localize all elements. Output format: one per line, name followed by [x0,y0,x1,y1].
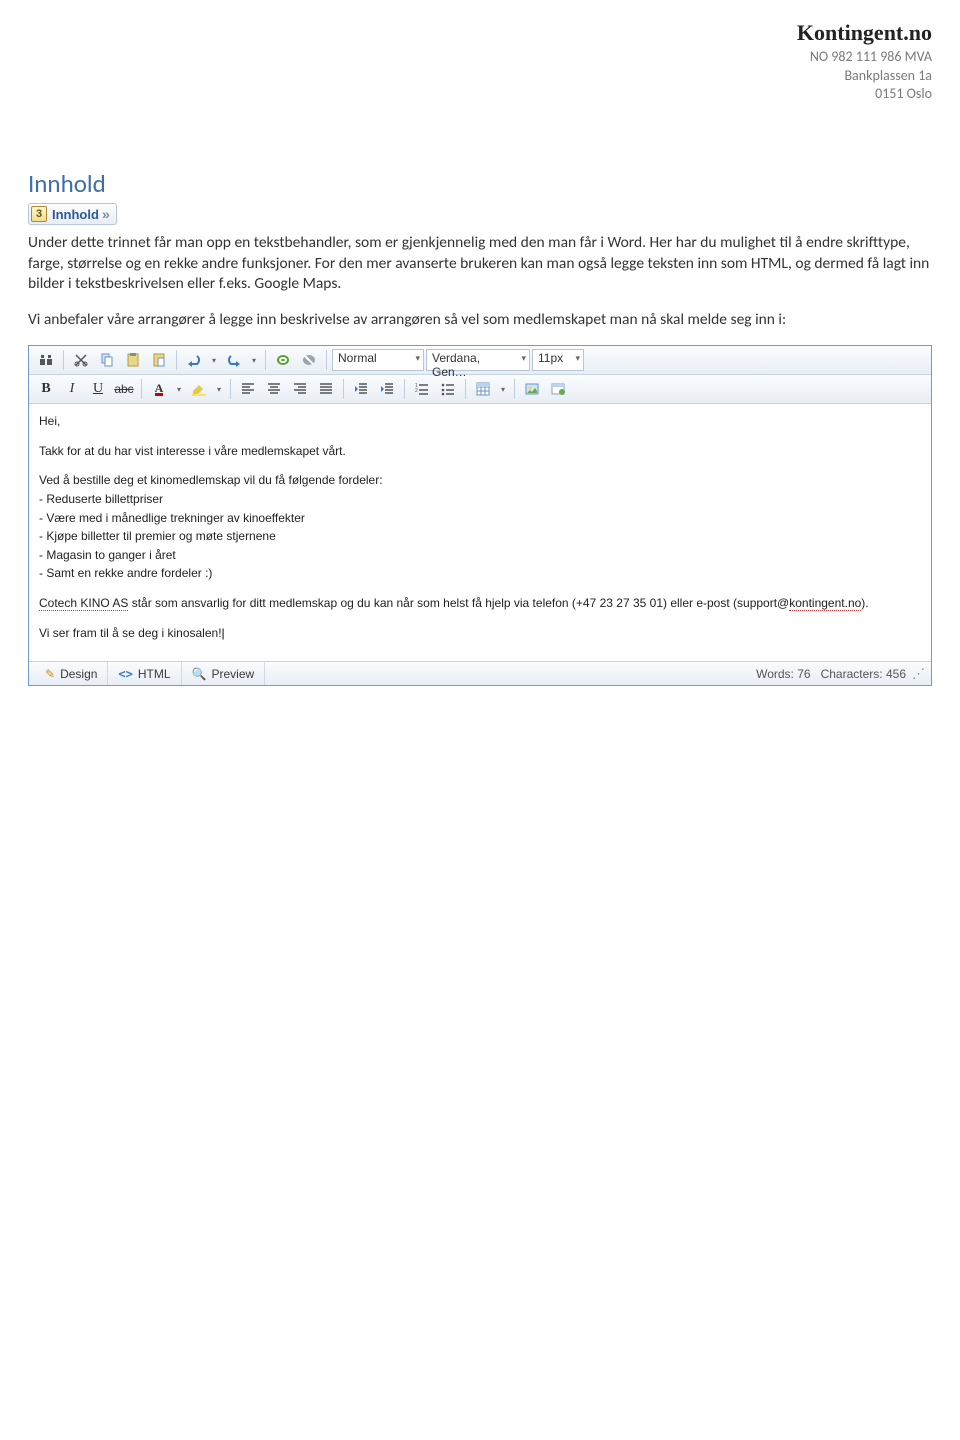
chevron-down-icon: ▾ [177,385,181,394]
insert-link-button[interactable] [271,349,295,371]
table-dropdown[interactable]: ▾ [497,378,509,400]
find-replace-button[interactable] [34,349,58,371]
scissors-icon [73,352,89,368]
font-family-select[interactable]: Verdana, Gen… [426,349,530,371]
svg-text:2: 2 [415,388,418,394]
editor-toolbar-1: ▾ ▾ Normal Verdana, Gen… 11px [29,346,931,375]
insert-table-button[interactable] [471,378,495,400]
editor-footer: ✎ Design <> HTML 🔍 Preview Words: 76 Cha… [29,661,931,685]
font-color-button[interactable]: A [147,378,171,400]
paste-plain-icon [151,352,167,368]
tab-html[interactable]: <> HTML [108,662,181,685]
rich-text-editor: ▾ ▾ Normal Verdana, Gen… 11px B I U abc … [28,345,932,686]
binoculars-icon [38,352,54,368]
code-icon: <> [118,667,132,681]
magnifier-icon: 🔍 [192,667,207,681]
chevron-right-icon: » [102,206,110,222]
intro-paragraph-1: Under dette trinnet får man opp en tekst… [28,233,932,294]
outdent-icon [353,381,369,397]
content-line: Cotech KINO AS står som ansvarlig for di… [39,594,921,613]
align-justify-icon [318,381,334,397]
paragraph-style-select[interactable]: Normal [332,349,424,371]
content-line: Takk for at du har vist interesse i våre… [39,442,921,461]
align-left-icon [240,381,256,397]
highlight-color-button[interactable] [187,378,211,400]
page-header: Kontingent.no NO 982 111 986 MVA Bankpla… [28,18,932,104]
image-icon [524,381,540,397]
module-button[interactable] [546,378,570,400]
indent-icon [379,381,395,397]
font-color-dropdown[interactable]: ▾ [173,378,185,400]
cut-button[interactable] [69,349,93,371]
header-addr1: Bankplassen 1a [28,67,932,86]
indent-button[interactable] [375,378,399,400]
font-size-select[interactable]: 11px [532,349,584,371]
ordered-list-icon: 12 [414,381,430,397]
chevron-down-icon: ▾ [252,356,256,365]
tab-design[interactable]: ✎ Design [35,662,108,685]
link-icon [275,352,291,368]
editor-stats: Words: 76 Characters: 456 [756,667,906,681]
chevron-down-icon: ▾ [501,385,505,394]
undo-button[interactable] [182,349,206,371]
unordered-list-icon [440,381,456,397]
editor-toolbar-2: B I U abc A ▾ ▾ 12 ▾ [29,375,931,404]
breadcrumb-step-icon: 3 [31,206,47,222]
paste-button[interactable] [121,349,145,371]
align-right-button[interactable] [288,378,312,400]
paste-icon [125,352,141,368]
header-addr2: 0151 Oslo [28,85,932,104]
italic-button[interactable]: I [60,378,84,400]
redo-icon [226,352,242,368]
highlight-color-dropdown[interactable]: ▾ [213,378,225,400]
pencil-icon: ✎ [45,667,55,681]
align-justify-button[interactable] [314,378,338,400]
section-title: Innhold [28,168,932,199]
header-vat: NO 982 111 986 MVA [28,48,932,67]
redo-button[interactable] [222,349,246,371]
tab-preview[interactable]: 🔍 Preview [182,662,266,685]
chevron-down-icon: ▾ [217,385,221,394]
highlight-icon [191,381,207,397]
resize-grip-icon[interactable]: ⋰ [912,666,925,682]
undo-dropdown[interactable]: ▾ [208,349,220,371]
copy-icon [99,352,115,368]
unlink-icon [301,352,317,368]
content-line: Vi ser fram til å se deg i kinosalen! [39,624,921,643]
unordered-list-button[interactable] [436,378,460,400]
brand-logo: Kontingent.no [28,18,932,48]
ordered-list-button[interactable]: 12 [410,378,434,400]
align-right-icon [292,381,308,397]
align-center-button[interactable] [262,378,286,400]
underline-button[interactable]: U [86,378,110,400]
editor-content-area[interactable]: Hei, Takk for at du har vist interesse i… [29,404,931,661]
redo-dropdown[interactable]: ▾ [248,349,260,371]
remove-link-button[interactable] [297,349,321,371]
align-center-icon [266,381,282,397]
bold-button[interactable]: B [34,378,58,400]
content-line: Ved å bestille deg et kinomedlemskap vil… [39,471,921,583]
breadcrumb-label: Innhold [52,207,99,222]
intro-paragraph-2: Vi anbefaler våre arrangører å legge inn… [28,310,932,330]
paste-plain-button[interactable] [147,349,171,371]
copy-button[interactable] [95,349,119,371]
chevron-down-icon: ▾ [212,356,216,365]
undo-icon [186,352,202,368]
strikethrough-button[interactable]: abc [112,378,136,400]
table-icon [475,381,491,397]
module-icon [550,381,566,397]
content-line: Hei, [39,412,921,431]
align-left-button[interactable] [236,378,260,400]
outdent-button[interactable] [349,378,373,400]
breadcrumb[interactable]: 3 Innhold » [28,203,117,225]
insert-image-button[interactable] [520,378,544,400]
